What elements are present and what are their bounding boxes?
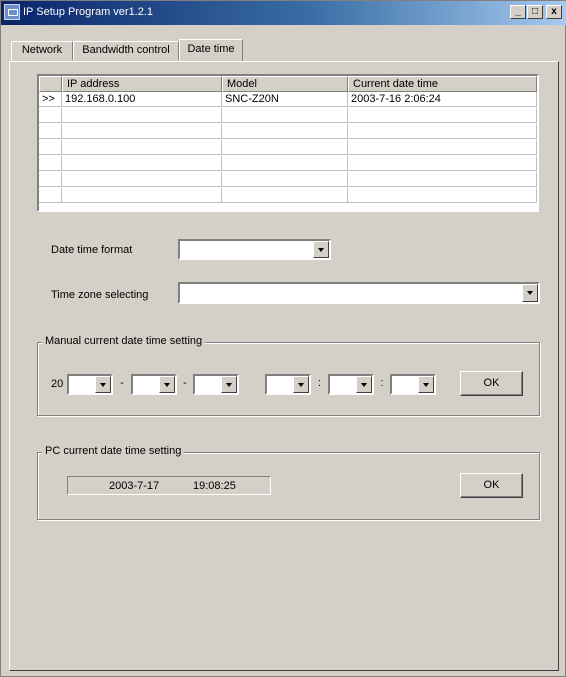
second-select[interactable] (390, 374, 436, 395)
empty-cell (348, 188, 537, 203)
app-window: IP Setup Program ver1.2.1 _ □ x Network … (0, 0, 566, 677)
empty-cell (62, 188, 222, 203)
empty-cell (222, 108, 348, 123)
pc-date-time-title: PC current date time setting (42, 445, 185, 457)
empty-cell (348, 156, 537, 171)
table-header-marker (39, 76, 62, 92)
title-bar[interactable]: IP Setup Program ver1.2.1 _ □ x (1, 1, 566, 25)
empty-cell (222, 156, 348, 171)
cell-model: SNC-Z20N (222, 92, 348, 107)
empty-cell (62, 124, 222, 139)
empty-cell (39, 188, 62, 203)
table-row[interactable] (39, 172, 537, 188)
chevron-down-icon[interactable] (418, 376, 434, 393)
date-time-format-select[interactable] (178, 239, 331, 260)
date-separator: - (183, 377, 187, 389)
cell-ip: 192.168.0.100 (62, 92, 222, 107)
app-icon (4, 4, 20, 20)
empty-cell (222, 172, 348, 187)
time-zone-select[interactable] (178, 282, 540, 304)
chevron-down-icon[interactable] (95, 376, 111, 393)
tab-bandwidth-control[interactable]: Bandwidth control (73, 41, 179, 61)
empty-cell (39, 124, 62, 139)
pc-time: 19:08:25 (193, 480, 236, 492)
device-table[interactable]: IP address Model Current date time >> 19… (37, 74, 539, 212)
table-header-datetime[interactable]: Current date time (348, 76, 537, 92)
tab-date-time[interactable]: Date time (179, 39, 243, 61)
chevron-down-icon[interactable] (356, 376, 372, 393)
table-header-model[interactable]: Model (222, 76, 348, 92)
empty-cell (348, 124, 537, 139)
empty-cell (39, 140, 62, 155)
cell-datetime: 2003-7-16 2:06:24 (348, 92, 537, 107)
empty-cell (39, 108, 62, 123)
empty-cell (39, 156, 62, 171)
chevron-down-icon[interactable] (313, 241, 329, 258)
chevron-down-icon[interactable] (159, 376, 175, 393)
table-header-ip[interactable]: IP address (62, 76, 222, 92)
row-marker: >> (39, 92, 62, 107)
date-time-format-label: Date time format (51, 244, 133, 256)
empty-cell (62, 156, 222, 171)
chevron-down-icon[interactable] (221, 376, 237, 393)
pc-ok-button[interactable]: OK (460, 473, 523, 498)
pc-date: 2003-7-17 (109, 480, 160, 492)
empty-cell (348, 172, 537, 187)
time-separator: : (380, 377, 384, 389)
empty-cell (222, 140, 348, 155)
empty-cell (222, 188, 348, 203)
table-row[interactable] (39, 108, 537, 124)
empty-cell (348, 140, 537, 155)
year-select[interactable] (67, 374, 113, 395)
time-zone-label: Time zone selecting (51, 289, 149, 301)
time-separator: : (317, 377, 322, 389)
manual-ok-button[interactable]: OK (460, 371, 523, 396)
empty-cell (62, 172, 222, 187)
tab-network[interactable]: Network (11, 41, 73, 61)
tab-bandwidth-control-label: Bandwidth control (82, 44, 170, 56)
empty-cell (348, 108, 537, 123)
table-row[interactable] (39, 156, 537, 172)
maximize-button[interactable]: □ (527, 5, 543, 19)
table-row[interactable] (39, 188, 537, 204)
empty-cell (222, 124, 348, 139)
chevron-down-icon[interactable] (293, 376, 309, 393)
empty-cell (62, 108, 222, 123)
close-button[interactable]: x (546, 5, 562, 19)
table-row[interactable] (39, 124, 537, 140)
empty-cell (39, 172, 62, 187)
chevron-down-icon[interactable] (522, 284, 538, 302)
empty-cell (62, 140, 222, 155)
manual-date-time-title: Manual current date time setting (42, 335, 206, 347)
century-prefix: 20 (51, 378, 64, 390)
window-title: IP Setup Program ver1.2.1 (23, 6, 154, 18)
month-select[interactable] (131, 374, 177, 395)
table-row[interactable]: >> 192.168.0.100 SNC-Z20N 2003-7-16 2:06… (39, 92, 537, 108)
hour-select[interactable] (265, 374, 311, 395)
pc-date-time-display: 2003-7-17 19:08:25 (67, 476, 271, 495)
day-select[interactable] (193, 374, 239, 395)
date-separator: - (120, 377, 124, 389)
tab-date-time-label: Date time (187, 43, 235, 55)
minute-select[interactable] (328, 374, 374, 395)
minimize-button[interactable]: _ (510, 5, 526, 19)
tab-network-label: Network (21, 44, 63, 56)
table-row[interactable] (39, 140, 537, 156)
